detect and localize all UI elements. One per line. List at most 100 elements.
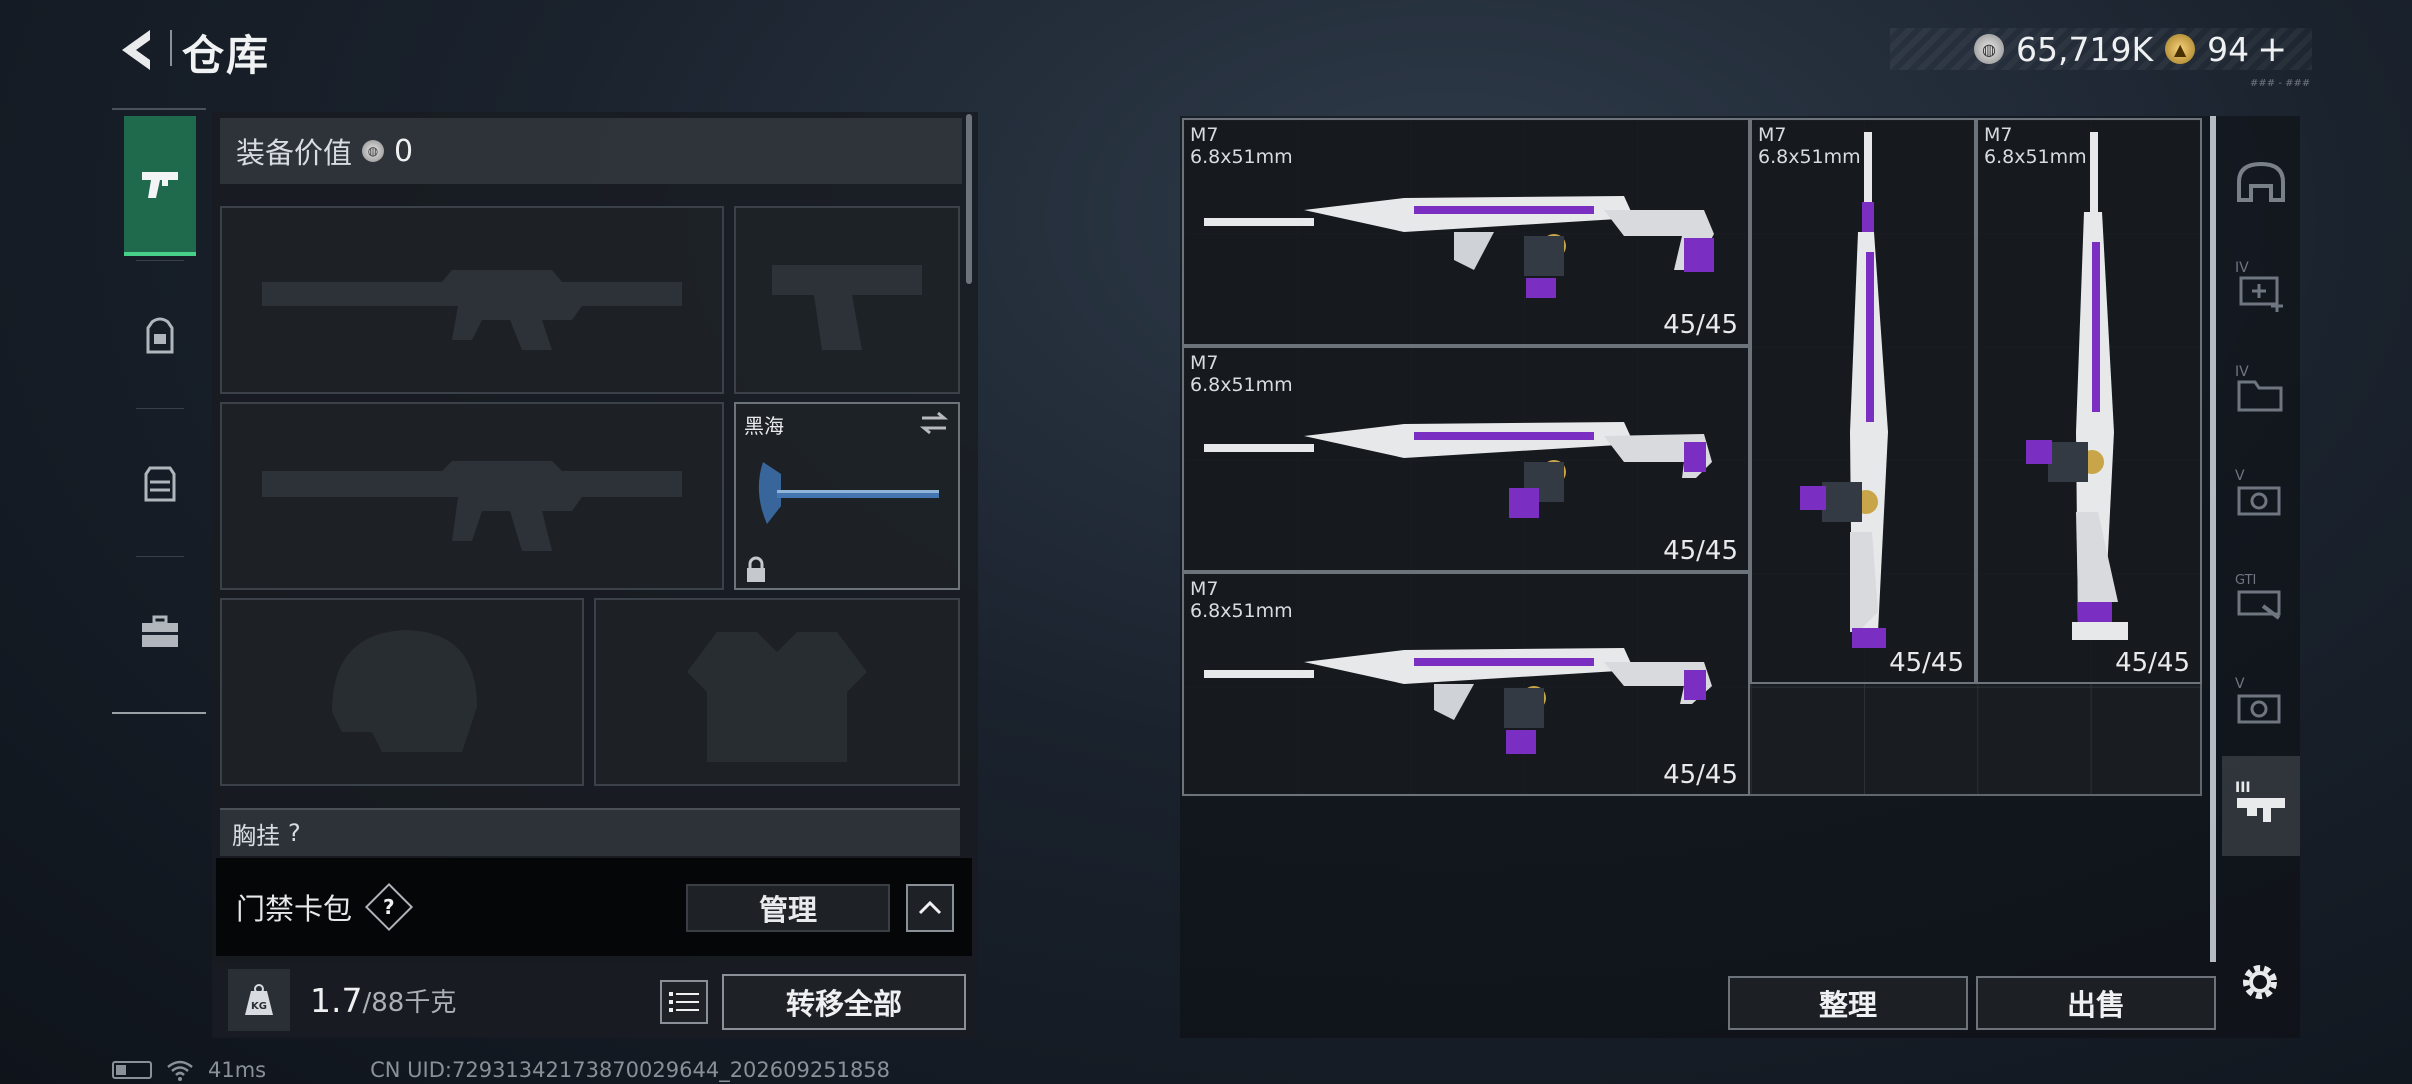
- swap-icon[interactable]: [918, 410, 950, 436]
- helmet-silhouette-icon: [332, 630, 477, 752]
- rifle-silhouette-icon: [262, 461, 682, 551]
- filter-medkit[interactable]: IV: [2222, 236, 2300, 336]
- camera-filter-icon: V: [2235, 468, 2281, 516]
- helmet-filter-icon: [2237, 161, 2285, 202]
- rifle-silhouette-icon: [262, 270, 682, 350]
- nav-divider: [136, 408, 184, 409]
- vest-label: 胸挂: [232, 821, 280, 850]
- list-view-button[interactable]: [660, 980, 708, 1024]
- svg-text:IV: IV: [2235, 260, 2249, 276]
- nav-item-backpack[interactable]: [124, 266, 196, 406]
- page-title: 仓库: [182, 31, 271, 80]
- equipment-value-label: 装备价值: [236, 136, 353, 170]
- filter-cash[interactable]: GTI: [2222, 548, 2300, 648]
- m7-rifle-icon: [1204, 422, 1712, 518]
- expand-button[interactable]: [906, 884, 954, 932]
- weapon-item[interactable]: M7 6.8x51mm 45/45: [1976, 118, 2202, 684]
- battery-icon: [112, 1061, 152, 1079]
- svg-text:KG: KG: [251, 1001, 267, 1012]
- equipment-value: 0: [394, 133, 414, 169]
- gear-icon: [2243, 965, 2277, 999]
- svg-text:V: V: [2235, 468, 2245, 484]
- weapon-name: M7: [1984, 124, 2013, 146]
- uid-text: CN UID:72931342173870029644_202609251858: [370, 1058, 891, 1082]
- chevron-left-icon: [122, 30, 150, 70]
- weapon-item[interactable]: M7 6.8x51mm 45/45: [1182, 346, 1750, 572]
- tiny-code-text: ### - ###: [2250, 78, 2311, 89]
- nav-divider: [136, 260, 184, 261]
- weapon-name: M7: [1190, 352, 1219, 374]
- pistol-icon: [142, 172, 178, 198]
- vest-icon: [144, 466, 176, 502]
- settings-button[interactable]: [2232, 954, 2288, 1010]
- wifi-icon: [167, 1060, 193, 1081]
- toolbox-icon: [142, 615, 178, 647]
- back-button[interactable]: [108, 22, 164, 78]
- status-bar: 41ms CN UID:72931342173870029644_2026092…: [112, 1058, 890, 1082]
- melee-name: 黑海: [744, 414, 784, 438]
- equipment-value-row: 装备价值 ◍ 0: [220, 118, 962, 184]
- svg-text:III: III: [2235, 780, 2251, 796]
- transfer-all-button[interactable]: 转移全部: [722, 974, 966, 1030]
- armor-slot[interactable]: [594, 598, 960, 786]
- keycard-label: 门禁卡包: [236, 892, 353, 926]
- nav-item-vest[interactable]: [124, 414, 196, 554]
- nav-divider: [136, 556, 184, 557]
- weapon-ammo: 45/45: [1663, 760, 1738, 790]
- warehouse-filter-column: IV IV V GTI V III: [2222, 116, 2300, 962]
- m7-rifle-icon: [1204, 648, 1712, 754]
- weapon-filter-icon: III: [2235, 780, 2285, 822]
- melee-slot[interactable]: 黑海: [734, 402, 960, 590]
- m7-rifle-vertical-icon: [2026, 132, 2128, 640]
- svg-text:V: V: [2235, 676, 2245, 692]
- primary-weapon-slot-2[interactable]: [220, 402, 724, 590]
- ping-text: 41ms: [208, 1058, 267, 1082]
- silver-coin-icon: ◍: [1974, 34, 2004, 64]
- weight-current: 1.7: [310, 980, 363, 1020]
- currency-bar: ◍ 65,719K ▲ 94 +: [1890, 28, 2312, 70]
- nav-bottom-divider: [112, 712, 206, 714]
- weapon-name: M7: [1758, 124, 1787, 146]
- axe-icon: [758, 462, 939, 524]
- add-currency-button[interactable]: +: [2257, 29, 2287, 70]
- kg-icon: KG: [228, 969, 290, 1031]
- warehouse-scrollbar[interactable]: [2210, 116, 2216, 962]
- svg-text:GTI: GTI: [2235, 573, 2256, 588]
- weapon-ammo: 45/45: [1663, 310, 1738, 340]
- pistol-slot[interactable]: [734, 206, 960, 394]
- filter-weapon[interactable]: III: [2222, 756, 2300, 856]
- sell-button[interactable]: 出售: [1976, 976, 2216, 1030]
- weapon-item[interactable]: M7 6.8x51mm 45/45: [1182, 572, 1750, 796]
- silver-balance: 65,719K: [2016, 29, 2154, 69]
- chevron-up-icon: [918, 900, 942, 915]
- title-divider: [170, 30, 172, 66]
- filter-camera-1[interactable]: V: [2222, 444, 2300, 544]
- gold-coin-icon: ▲: [2165, 34, 2196, 64]
- weapon-name: M7: [1190, 124, 1219, 146]
- list-icon: [669, 992, 699, 1012]
- weapon-item[interactable]: M7 6.8x51mm 45/45: [1182, 118, 1750, 346]
- filter-camera-2[interactable]: V: [2222, 652, 2300, 752]
- equipment-scrollbar[interactable]: [966, 114, 972, 284]
- m7-rifle-vertical-icon: [1800, 132, 1888, 648]
- weight-max: /88千克: [362, 987, 457, 1018]
- nav-item-case[interactable]: [124, 562, 196, 702]
- filter-helmet[interactable]: [2222, 132, 2300, 232]
- svg-text:IV: IV: [2235, 364, 2249, 380]
- keycard-help-button[interactable]: ?: [364, 882, 414, 932]
- vest-row: 胸挂 ?: [220, 808, 960, 856]
- weapon-ammo: 45/45: [2115, 648, 2190, 678]
- nav-item-weapons[interactable]: [124, 116, 196, 256]
- primary-weapon-slot-1[interactable]: [220, 206, 724, 394]
- filter-folder[interactable]: IV: [2222, 340, 2300, 440]
- helmet-slot[interactable]: [220, 598, 584, 786]
- silver-coin-icon: ◍: [362, 140, 385, 162]
- m7-rifle-icon: [1204, 196, 1714, 298]
- left-nav: [112, 108, 206, 714]
- armor-silhouette-icon: [687, 632, 867, 762]
- tidy-button[interactable]: 整理: [1728, 976, 1968, 1030]
- cash-filter-icon: GTI: [2235, 573, 2281, 620]
- weapon-item[interactable]: M7 6.8x51mm 45/45: [1750, 118, 1976, 684]
- backpack-icon: [146, 317, 174, 354]
- manage-button[interactable]: 管理: [686, 884, 890, 932]
